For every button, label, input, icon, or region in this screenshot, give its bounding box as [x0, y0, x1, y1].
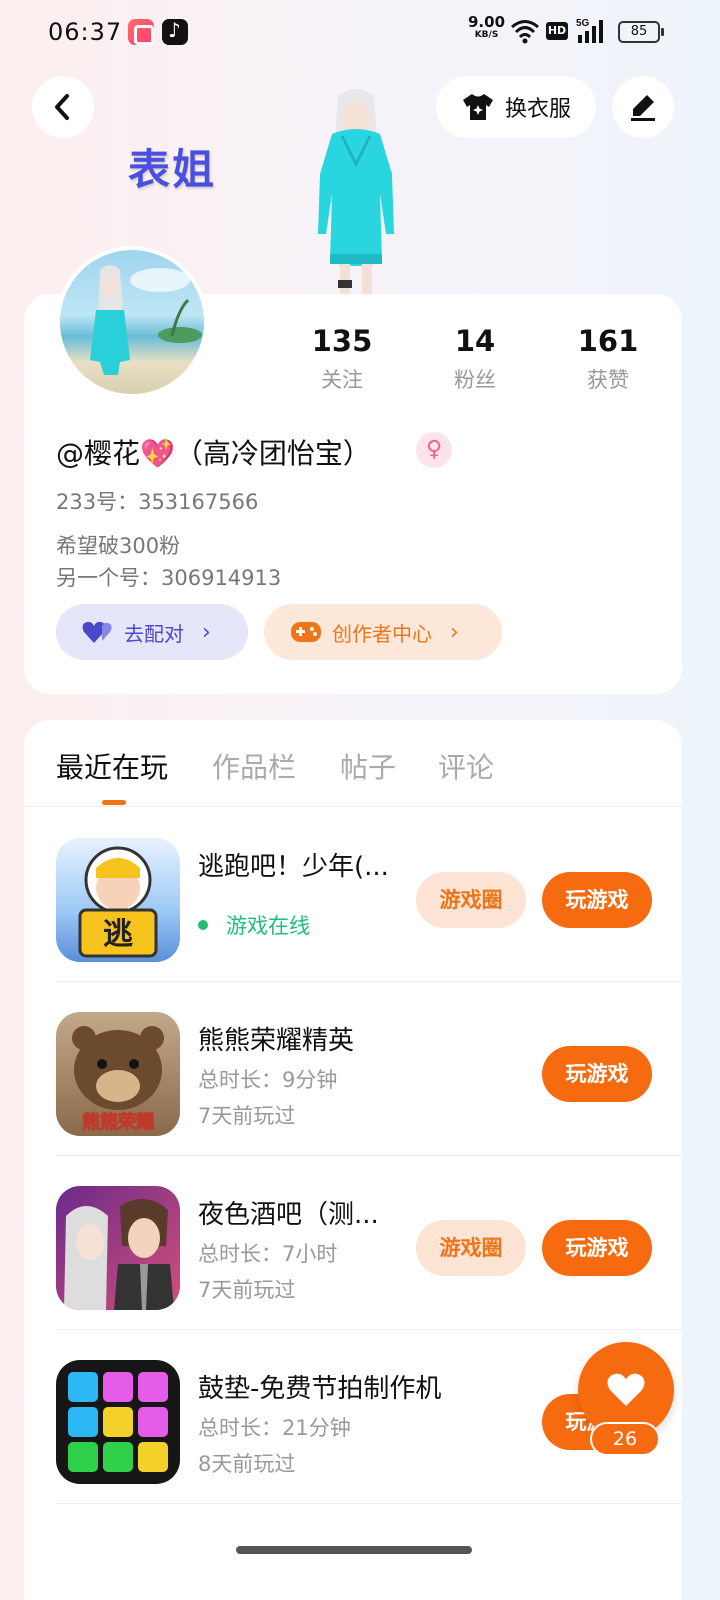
gamepad-icon [291, 622, 321, 642]
game-icon-text: 熊熊荣耀 [82, 1111, 154, 1133]
game-duration: 总时长：9分钟 [198, 1068, 338, 1092]
avatar-image [90, 265, 202, 375]
game-circle-button[interactable]: 游戏圈 [416, 1220, 526, 1276]
play-game-button[interactable]: 玩游戏 [542, 1220, 652, 1276]
game-name: 熊熊荣耀精英 [198, 1026, 355, 1056]
status-bar: 06:37 9.00 KB/S HD 5G 85 [0, 0, 720, 64]
game-circle-button[interactable]: 游戏圈 [416, 872, 526, 928]
pen-icon [631, 95, 655, 121]
user-id[interactable]: 233号：353167566 [56, 486, 258, 516]
game-name: 夜色酒吧（测... [198, 1200, 379, 1230]
shirt-icon [462, 94, 493, 120]
chevron-right-icon: › [450, 619, 459, 645]
followers-stat[interactable]: 14 粉丝 [415, 324, 535, 394]
play-game-button[interactable]: 玩游戏 [542, 872, 652, 928]
status-time: 06:37 [48, 18, 123, 46]
online-dot-icon [198, 920, 208, 930]
heart-icon [607, 1373, 645, 1406]
tab-recent-playing[interactable]: 最近在玩 [56, 746, 168, 786]
tab-divider [24, 806, 682, 807]
network-speed: 9.00 KB/S [468, 15, 505, 42]
game-icon[interactable]: 熊熊荣耀 [56, 1012, 180, 1136]
online-status-label: 游戏在线 [226, 914, 310, 938]
game-icon[interactable]: 逃 [56, 838, 180, 962]
chevron-left-icon [55, 94, 69, 120]
hearts-icon [82, 621, 112, 643]
like-count: 26 [590, 1422, 660, 1456]
likes-stat[interactable]: 161 获赞 [548, 324, 668, 394]
game-row[interactable]: 熊熊荣耀 熊熊荣耀精英 总时长：9分钟 7天前玩过 玩游戏 [24, 982, 682, 1156]
game-duration: 总时长：7小时 [198, 1242, 338, 1266]
play-game-button[interactable]: 玩游戏 [542, 1046, 652, 1102]
tab-indicator [102, 800, 126, 805]
nickname-display: 表姐 [128, 145, 217, 194]
likes-count: 161 [577, 324, 639, 358]
hd-icon: HD [546, 22, 568, 40]
game-row[interactable]: 鼓垫-免费节拍制作机 总时长：21分钟 8天前玩过 玩游戏 [24, 1330, 682, 1504]
edit-profile-button[interactable] [612, 76, 674, 138]
bio-line-1: 希望破300粉 [56, 534, 181, 558]
followers-label: 粉丝 [454, 368, 496, 392]
game-row[interactable]: 夜色酒吧（测... 总时长：7小时 7天前玩过 游戏圈 玩游戏 [24, 1156, 682, 1330]
change-outfit-label: 换衣服 [504, 97, 571, 122]
following-count: 135 [311, 324, 373, 358]
tiktok-icon [162, 18, 188, 45]
svg-text:5G: 5G [576, 18, 590, 29]
game-icon[interactable] [56, 1360, 180, 1484]
avatar-character[interactable] [296, 84, 416, 296]
pair-button[interactable]: 去配对 › [56, 604, 248, 660]
game-name: 逃跑吧！少年(... [198, 852, 389, 882]
game-last-played: 8天前玩过 [198, 1452, 296, 1476]
game-icon[interactable] [56, 1186, 180, 1310]
avatar[interactable] [56, 246, 208, 398]
online-status: 游戏在线 [198, 910, 310, 940]
back-button[interactable] [32, 76, 94, 138]
following-label: 关注 [321, 368, 363, 392]
tab-posts[interactable]: 帖子 [340, 746, 396, 786]
battery-icon: 85 [618, 21, 664, 43]
row-divider [56, 1503, 682, 1504]
tab-comments[interactable]: 评论 [438, 746, 494, 786]
game-row[interactable]: 逃 逃跑吧！少年(... 游戏在线 游戏圈 玩游戏 [24, 808, 682, 982]
signal-5g-icon: 5G [576, 18, 603, 43]
game-icon-art [64, 1198, 174, 1310]
pair-label: 去配对 [124, 621, 184, 646]
home-indicator[interactable] [236, 1546, 472, 1554]
female-icon: ♀ [416, 432, 452, 468]
game-icon-text: 逃 [103, 917, 133, 952]
app-icon [128, 19, 154, 45]
followers-count: 14 [454, 324, 496, 358]
game-name: 鼓垫-免费节拍制作机 [198, 1374, 442, 1404]
wifi-icon [511, 20, 539, 44]
creator-center-button[interactable]: 创作者中心 › [264, 604, 502, 660]
game-last-played: 7天前玩过 [198, 1104, 296, 1128]
creator-center-label: 创作者中心 [332, 621, 432, 646]
tab-works[interactable]: 作品栏 [212, 746, 296, 786]
following-stat[interactable]: 135 关注 [282, 324, 402, 394]
game-duration: 总时长：21分钟 [198, 1416, 351, 1440]
likes-label: 获赞 [587, 368, 629, 392]
game-icon-art: 熊熊荣耀 [72, 1026, 164, 1134]
game-last-played: 7天前玩过 [198, 1278, 296, 1302]
username: @樱花💖（高冷团怡宝） [56, 437, 371, 470]
change-outfit-button[interactable]: 换衣服 [436, 76, 596, 138]
bio-line-2: 另一个号：306914913 [56, 566, 282, 590]
chevron-right-icon: › [202, 619, 211, 645]
game-icon-art [68, 1372, 168, 1472]
game-icon-art: 逃 [78, 846, 158, 958]
